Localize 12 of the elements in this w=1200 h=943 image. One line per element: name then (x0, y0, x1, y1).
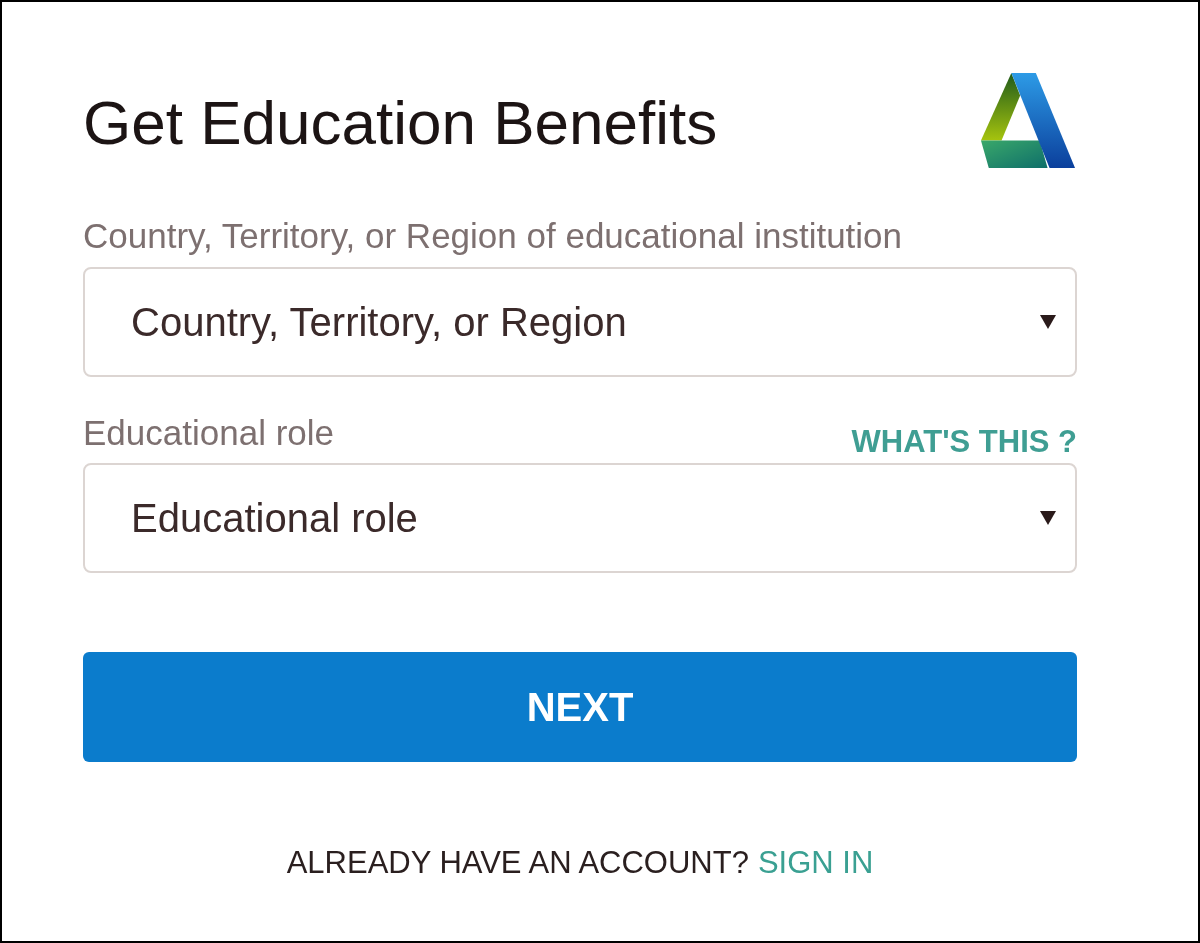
logo-icon (979, 72, 1077, 170)
page-title: Get Education Benefits (83, 92, 718, 154)
field-label: Country, Territory, or Region of educational institution (83, 218, 903, 253)
dropdown-field[interactable]: Educational role (83, 463, 1077, 573)
help-link[interactable]: WHAT'S THIS ? (851, 426, 1077, 457)
caret-icon (1040, 315, 1056, 329)
sign-in-link[interactable]: SIGN IN (757, 847, 874, 878)
field-label: Educational role (83, 415, 334, 450)
caret-icon (1040, 511, 1056, 525)
next-button[interactable]: NEXT (83, 652, 1077, 762)
account-prompt: ALREADY HAVE AN ACCOUNT? (286, 847, 749, 878)
dropdown-field[interactable]: Country, Territory, or Region (83, 267, 1077, 377)
